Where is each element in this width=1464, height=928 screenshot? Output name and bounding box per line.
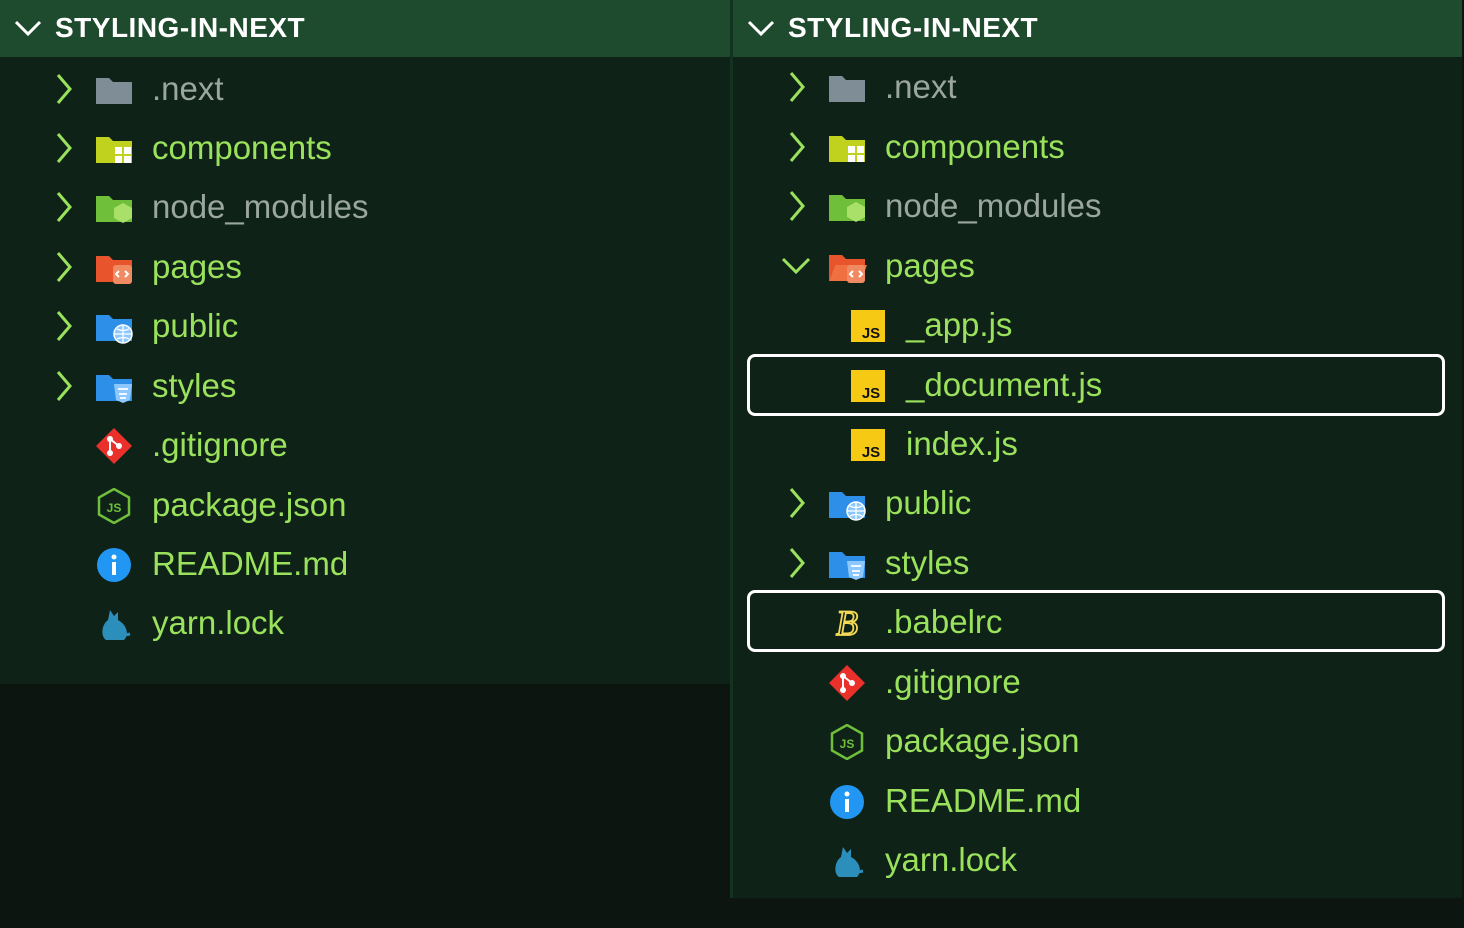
- tree-item-next[interactable]: .next: [733, 58, 1462, 116]
- explorer-title: STYLING-IN-NEXT: [55, 12, 306, 43]
- tree-item-label: _app.js: [906, 306, 1013, 343]
- git-icon: [96, 428, 132, 464]
- chevron-right-icon[interactable]: [787, 71, 807, 103]
- chevron-right-icon[interactable]: [54, 251, 74, 283]
- folder-public-icon: [96, 315, 133, 344]
- svg-text:JS: JS: [840, 737, 855, 751]
- tree-item-styles[interactable]: styles: [733, 534, 1462, 592]
- tree-item-public[interactable]: public: [733, 474, 1462, 532]
- folder-gray-icon: [829, 76, 865, 102]
- info-icon: [97, 548, 131, 582]
- chevron-down-icon[interactable]: [747, 18, 775, 38]
- tree-item-label: .next: [152, 70, 224, 107]
- tree-item-node-modules[interactable]: node_modules: [733, 177, 1462, 235]
- tree-item-label: README.md: [152, 545, 349, 582]
- tree-item-package-json[interactable]: JS package.json: [733, 712, 1462, 770]
- tree-item-label: node_modules: [885, 187, 1102, 224]
- tree-item-readme[interactable]: README.md: [733, 772, 1462, 830]
- tree-item-pages[interactable]: pages: [0, 238, 730, 296]
- svg-text:JS: JS: [862, 444, 880, 461]
- folder-pages-open-icon: [829, 255, 867, 283]
- tree-item-index-js[interactable]: JS index.js: [733, 415, 1462, 473]
- tree-item-label: yarn.lock: [152, 604, 285, 641]
- highlight-box-babelrc: [747, 590, 1445, 652]
- chevron-right-icon[interactable]: [54, 370, 74, 402]
- folder-components-icon: [96, 137, 132, 163]
- tree-item-label: pages: [885, 247, 975, 284]
- folder-public-icon: [829, 492, 866, 521]
- nodejs-icon: JS: [830, 724, 864, 760]
- tree-item-label: components: [152, 129, 332, 166]
- tree-item-public[interactable]: public: [0, 297, 730, 355]
- chevron-right-icon[interactable]: [54, 73, 74, 105]
- folder-styles-icon: [96, 375, 132, 403]
- tree-item-gitignore[interactable]: .gitignore: [733, 653, 1462, 711]
- tree-item-label: components: [885, 128, 1065, 165]
- javascript-icon: JS: [851, 310, 885, 342]
- tree-item-readme[interactable]: README.md: [0, 535, 730, 593]
- folder-node-icon: [829, 195, 865, 222]
- chevron-right-icon[interactable]: [54, 191, 74, 223]
- explorer-panel-left: STYLING-IN-NEXT .next components node_mo…: [0, 0, 730, 684]
- javascript-icon: JS: [851, 429, 885, 461]
- tree-item-label: styles: [152, 367, 237, 404]
- tree-item-label: package.json: [885, 722, 1080, 759]
- svg-text:JS: JS: [862, 325, 880, 342]
- chevron-right-icon[interactable]: [787, 131, 807, 163]
- svg-text:JS: JS: [107, 501, 122, 515]
- tree-item-pages[interactable]: pages: [733, 237, 1462, 295]
- tree-item-package-json[interactable]: JS package.json: [0, 476, 730, 534]
- explorer-title: STYLING-IN-NEXT: [788, 12, 1039, 43]
- tree-item-label: public: [152, 307, 239, 344]
- tree-item-label: .next: [885, 68, 957, 105]
- tree-item-label: pages: [152, 248, 242, 285]
- tree-item-label: node_modules: [152, 188, 369, 225]
- nodejs-icon: JS: [97, 488, 131, 524]
- chevron-right-icon[interactable]: [54, 310, 74, 342]
- folder-styles-icon: [829, 552, 865, 580]
- folder-node-icon: [96, 196, 132, 223]
- yarn-icon: [835, 847, 864, 877]
- chevron-right-icon[interactable]: [787, 547, 807, 579]
- chevron-down-icon[interactable]: [14, 18, 42, 38]
- chevron-right-icon[interactable]: [54, 132, 74, 164]
- info-icon: [830, 785, 864, 819]
- tree-item-label: .gitignore: [152, 426, 288, 463]
- yarn-icon: [102, 610, 131, 640]
- tree-item-components[interactable]: components: [733, 118, 1462, 176]
- folder-gray-icon: [96, 78, 132, 104]
- chevron-down-icon[interactable]: [781, 255, 811, 275]
- chevron-right-icon[interactable]: [787, 190, 807, 222]
- explorer-header[interactable]: STYLING-IN-NEXT: [0, 0, 730, 57]
- explorer-header[interactable]: STYLING-IN-NEXT: [733, 0, 1462, 57]
- tree-item-components[interactable]: components: [0, 119, 730, 177]
- tree-item-label: README.md: [885, 782, 1082, 819]
- tree-item-label: package.json: [152, 486, 347, 523]
- explorer-panel-right: STYLING-IN-NEXT .next components node_mo…: [733, 0, 1462, 898]
- folder-pages-icon: [96, 256, 132, 284]
- folder-components-icon: [829, 136, 865, 162]
- git-icon: [829, 665, 865, 701]
- tree-item-yarn-lock[interactable]: yarn.lock: [0, 594, 730, 652]
- highlight-box-document-js: [747, 354, 1445, 416]
- tree-item-label: index.js: [906, 425, 1018, 462]
- tree-item-app-js[interactable]: JS _app.js: [733, 296, 1462, 354]
- tree-item-label: .gitignore: [885, 663, 1021, 700]
- chevron-right-icon[interactable]: [787, 487, 807, 519]
- tree-item-label: public: [885, 484, 972, 521]
- tree-item-next[interactable]: .next: [0, 60, 730, 118]
- tree-item-styles[interactable]: styles: [0, 357, 730, 415]
- tree-item-label: yarn.lock: [885, 841, 1018, 878]
- tree-item-label: styles: [885, 544, 970, 581]
- tree-item-yarn-lock[interactable]: yarn.lock: [733, 831, 1462, 889]
- tree-item-node-modules[interactable]: node_modules: [0, 178, 730, 236]
- tree-item-gitignore[interactable]: .gitignore: [0, 416, 730, 474]
